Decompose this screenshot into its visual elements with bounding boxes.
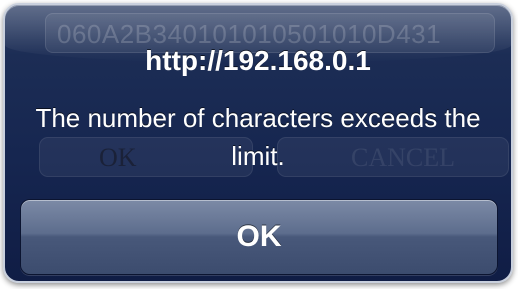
alert-message: The number of characters exceeds the lim… bbox=[35, 103, 481, 171]
ok-button-label: OK bbox=[236, 220, 282, 253]
alert-title: http://192.168.0.1 bbox=[145, 45, 371, 76]
alert-dialog: 060A2B340101010501010D431 OK CANCEL http… bbox=[3, 3, 513, 283]
ok-button[interactable]: OK bbox=[20, 199, 498, 275]
screen: 060A2B340101010501010D431 OK CANCEL http… bbox=[0, 0, 518, 289]
